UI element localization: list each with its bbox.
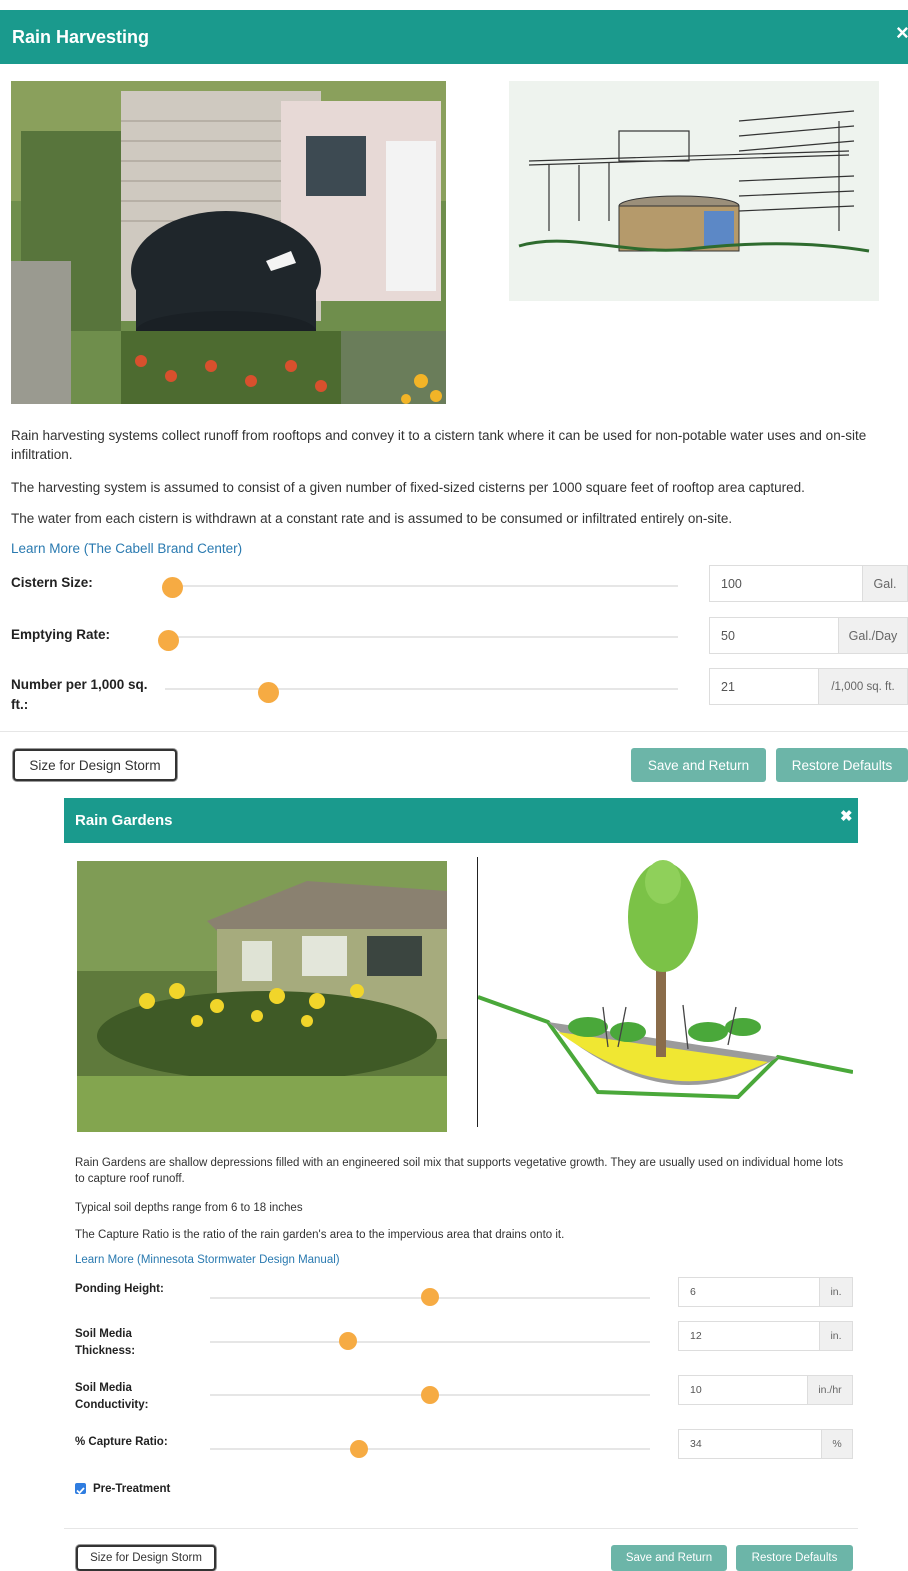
harvest-footer-divider — [0, 731, 908, 732]
harvest-sketch — [509, 81, 879, 301]
ponding-height-unit: in. — [819, 1278, 852, 1306]
ponding-height-slider-handle[interactable] — [421, 1288, 439, 1306]
soil-media-conductivity-slider-handle[interactable] — [421, 1386, 439, 1404]
cistern-size-input[interactable]: 100 Gal. — [709, 565, 908, 602]
harvest-header: Rain Harvesting — [0, 10, 908, 64]
harvest-description-3: The water from each cistern is withdrawn… — [11, 511, 733, 526]
emptying-rate-slider-track[interactable] — [160, 636, 678, 638]
harvest-learn-more-link[interactable]: Learn More (The Cabell Brand Center) — [11, 541, 242, 556]
number-per-1000-value[interactable]: 21 — [710, 669, 818, 704]
cistern-size-label: Cistern Size: — [11, 575, 93, 590]
garden-learn-more-link[interactable]: Learn More (Minnesota Stormwater Design … — [75, 1254, 340, 1266]
garden-diagram — [478, 857, 853, 1127]
emptying-rate-unit: Gal./Day — [838, 618, 907, 653]
cistern-size-slider-handle[interactable] — [162, 577, 183, 598]
soil-media-thickness-label: Soil Media Thickness: — [75, 1328, 136, 1357]
harvest-description-2: The harvesting system is assumed to cons… — [11, 480, 805, 495]
harvest-size-design-storm-button[interactable]: Size for Design Storm — [13, 749, 177, 781]
number-per-1000-slider-handle[interactable] — [258, 682, 279, 703]
soil-media-conductivity-unit: in./hr — [807, 1376, 852, 1404]
garden-restore-defaults-button[interactable]: Restore Defaults — [736, 1545, 853, 1571]
ponding-height-label: Ponding Height: — [75, 1283, 164, 1295]
capture-ratio-label: % Capture Ratio: — [75, 1436, 168, 1448]
number-per-1000-label: Number per 1,000 sq. ft.: — [11, 677, 148, 712]
garden-description-3: The Capture Ratio is the ratio of the ra… — [75, 1229, 565, 1241]
garden-header: Rain Gardens — [64, 798, 858, 843]
harvest-description-1: Rain harvesting systems collect runoff f… — [11, 428, 867, 462]
ponding-height-value[interactable]: 6 — [679, 1278, 819, 1306]
garden-description-1: Rain Gardens are shallow depressions fil… — [75, 1157, 844, 1186]
ponding-height-input[interactable]: 6 in. — [678, 1277, 853, 1307]
harvest-title: Rain Harvesting — [12, 26, 150, 47]
cistern-size-value[interactable]: 100 — [710, 566, 862, 601]
capture-ratio-input[interactable]: 34 % — [678, 1429, 853, 1459]
soil-media-thickness-unit: in. — [819, 1322, 852, 1350]
garden-footer-divider — [64, 1528, 858, 1529]
soil-media-conductivity-value[interactable]: 10 — [679, 1376, 807, 1404]
harvest-restore-defaults-button[interactable]: Restore Defaults — [776, 748, 908, 782]
number-per-1000-unit: /1,000 sq. ft. — [818, 669, 907, 704]
soil-media-thickness-slider-handle[interactable] — [339, 1332, 357, 1350]
soil-media-thickness-input[interactable]: 12 in. — [678, 1321, 853, 1351]
emptying-rate-value[interactable]: 50 — [710, 618, 838, 653]
capture-ratio-unit: % — [821, 1430, 852, 1458]
harvest-close-icon[interactable]: × — [896, 20, 908, 46]
garden-save-return-button[interactable]: Save and Return — [611, 1545, 727, 1571]
soil-media-thickness-slider-track[interactable] — [210, 1341, 650, 1343]
soil-media-conductivity-input[interactable]: 10 in./hr — [678, 1375, 853, 1405]
garden-photo — [77, 861, 447, 1132]
number-per-1000-slider-track[interactable] — [165, 688, 678, 690]
harvest-photo — [11, 81, 446, 404]
soil-media-thickness-value[interactable]: 12 — [679, 1322, 819, 1350]
capture-ratio-slider-track[interactable] — [210, 1448, 650, 1450]
soil-media-conductivity-label: Soil Media Conductivity: — [75, 1382, 149, 1411]
garden-close-icon[interactable]: ✖ — [840, 807, 853, 825]
harvest-save-return-button[interactable]: Save and Return — [631, 748, 766, 782]
cistern-size-unit: Gal. — [862, 566, 907, 601]
garden-size-design-storm-button[interactable]: Size for Design Storm — [76, 1545, 216, 1571]
number-per-1000-input[interactable]: 21 /1,000 sq. ft. — [709, 668, 908, 705]
garden-description-2: Typical soil depths range from 6 to 18 i… — [75, 1202, 303, 1214]
pre-treatment-label[interactable]: Pre-Treatment — [93, 1481, 170, 1498]
capture-ratio-slider-handle[interactable] — [350, 1440, 368, 1458]
emptying-rate-label: Emptying Rate: — [11, 627, 111, 642]
emptying-rate-slider-handle[interactable] — [158, 630, 179, 651]
cistern-size-slider-track[interactable] — [170, 585, 678, 587]
pre-treatment-checkbox[interactable] — [75, 1483, 86, 1495]
emptying-rate-input[interactable]: 50 Gal./Day — [709, 617, 908, 654]
capture-ratio-value[interactable]: 34 — [679, 1430, 821, 1458]
garden-title: Rain Gardens — [75, 812, 173, 829]
